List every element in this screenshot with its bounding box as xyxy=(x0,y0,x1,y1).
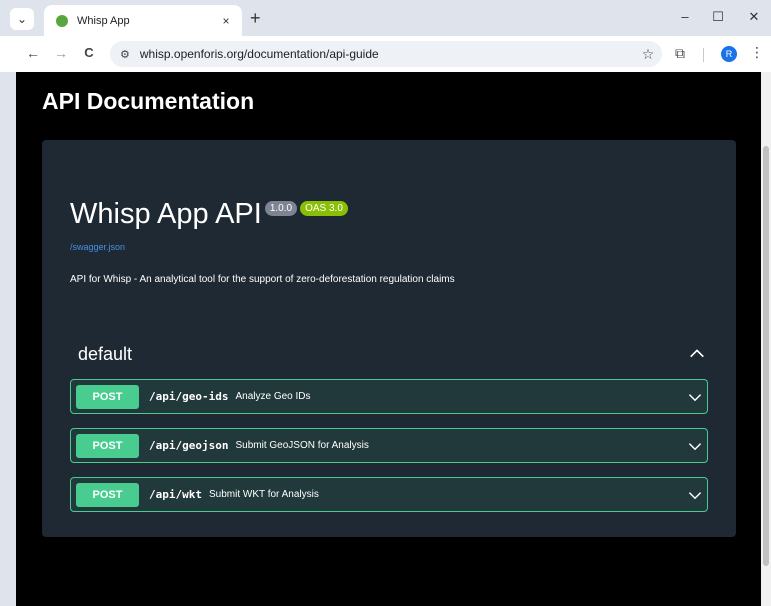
minimize-button[interactable]: – xyxy=(675,9,695,24)
chevron-down-icon: ⌄ xyxy=(16,12,28,26)
method-badge-post: POST xyxy=(76,384,139,409)
default-group-header[interactable]: default xyxy=(78,342,706,366)
scrollbar-thumb[interactable] xyxy=(763,146,769,566)
page-scrollbar[interactable] xyxy=(761,72,771,606)
site-info-icon[interactable]: ⚙ xyxy=(120,48,130,61)
oas-badge: OAS 3.0 xyxy=(300,201,348,216)
tab-strip: ⌄ Whisp App × + – ☐ ✕ xyxy=(0,0,771,36)
maximize-button[interactable]: ☐ xyxy=(708,9,728,25)
new-tab-button[interactable]: + xyxy=(250,9,261,27)
swagger-card: Whisp App API 1.0.0 OAS 3.0 /swagger.jso… xyxy=(42,140,736,537)
forward-icon[interactable]: → xyxy=(52,45,70,61)
browser-tab[interactable]: Whisp App × xyxy=(44,5,242,36)
bookmark-star-icon[interactable]: ☆ xyxy=(634,46,662,63)
chevron-down-icon[interactable] xyxy=(687,438,703,454)
tab-title: Whisp App xyxy=(77,14,130,27)
toolbar-divider xyxy=(703,48,704,62)
operation-geo-ids[interactable]: POST /api/geo-ids Analyze Geo IDs xyxy=(70,379,708,414)
browser-toolbar: ← → C ⚙ whisp.openforis.org/documentatio… xyxy=(0,36,771,72)
whisp-favicon-icon xyxy=(56,14,68,27)
tab-search-button[interactable]: ⌄ xyxy=(10,8,34,30)
operation-summary: Submit WKT for Analysis xyxy=(208,489,319,500)
operation-geojson[interactable]: POST /api/geojson Submit GeoJSON for Ana… xyxy=(70,428,708,463)
group-name: default xyxy=(78,343,133,364)
chevron-down-icon[interactable] xyxy=(687,487,703,503)
url-text[interactable]: whisp.openforis.org/documentation/api-gu… xyxy=(140,47,634,61)
operation-summary: Submit GeoJSON for Analysis xyxy=(235,440,369,451)
address-bar[interactable]: ⚙ whisp.openforis.org/documentation/api-… xyxy=(110,41,662,67)
api-title: Whisp App API xyxy=(70,198,262,230)
operation-summary: Analyze Geo IDs xyxy=(235,391,311,402)
operation-wkt[interactable]: POST /api/wkt Submit WKT for Analysis xyxy=(70,477,708,512)
profile-avatar[interactable]: R xyxy=(721,46,737,62)
reload-icon[interactable]: C xyxy=(80,45,98,60)
page-title: API Documentation xyxy=(42,88,255,114)
operation-path: /api/wkt xyxy=(149,488,202,501)
chevron-down-icon[interactable] xyxy=(687,389,703,405)
extensions-icon[interactable]: ⧉ xyxy=(675,45,685,62)
back-icon[interactable]: ← xyxy=(24,45,42,61)
version-badge: 1.0.0 xyxy=(264,201,298,216)
method-badge-post: POST xyxy=(76,433,139,458)
tab-close-icon[interactable]: × xyxy=(218,14,234,28)
page-viewport: API Documentation Whisp App API 1.0.0 OA… xyxy=(16,72,761,606)
chevron-up-icon[interactable] xyxy=(688,345,706,363)
browser-menu-icon[interactable]: ⋮ xyxy=(750,44,764,61)
method-badge-post: POST xyxy=(76,482,139,507)
close-window-button[interactable]: ✕ xyxy=(744,9,764,25)
swagger-json-link[interactable]: /swagger.json xyxy=(70,242,125,252)
api-description: API for Whisp - An analytical tool for t… xyxy=(70,274,455,285)
api-title-row: Whisp App API 1.0.0 OAS 3.0 xyxy=(70,198,348,231)
operation-path: /api/geojson xyxy=(149,439,229,452)
operation-path: /api/geo-ids xyxy=(149,390,229,403)
